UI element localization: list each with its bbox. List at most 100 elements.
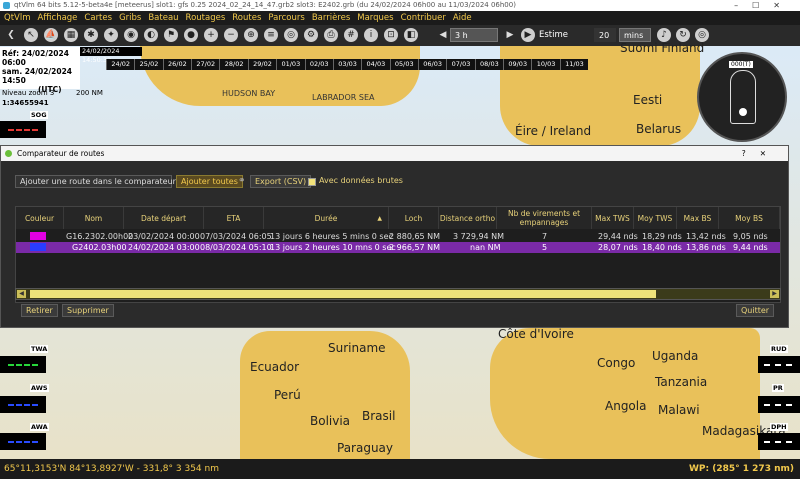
export-csv-button[interactable]: Export (CSV) [250, 175, 312, 188]
menu-parcours[interactable]: Parcours [264, 11, 307, 25]
current-date: sam. 24/02/2024 14:50 [2, 67, 73, 85]
timeline-date[interactable]: 01/03 [276, 59, 304, 70]
scrollbar-thumb[interactable] [30, 290, 656, 298]
menu-cartes[interactable]: Cartes [80, 11, 115, 25]
timeline-date[interactable]: 27/02 [191, 59, 219, 70]
timeline-date[interactable]: 09/03 [503, 59, 531, 70]
step-select[interactable]: 3 h [450, 28, 498, 42]
add-all-button[interactable]: Ajouter toutes [176, 175, 243, 188]
menu-gribs[interactable]: Gribs [115, 11, 144, 25]
timeline-date[interactable]: 06/03 [417, 59, 446, 70]
route-color-swatch[interactable] [30, 232, 46, 240]
dialog-controls[interactable]: ?✕ [742, 146, 780, 161]
table-row[interactable]: G16.2302.00h00 23/02/2024 00:00 07/03/20… [16, 231, 780, 242]
col-ortho[interactable]: Distance ortho [439, 207, 497, 229]
timeline-bar[interactable]: 24/02 25/02 26/02 27/02 28/02 29/02 01/0… [106, 59, 588, 70]
sync-icon[interactable]: ↻ [676, 28, 690, 42]
app-icon [3, 2, 10, 9]
next-step-icon[interactable]: ▶ [503, 28, 517, 42]
col-couleur[interactable]: Couleur [16, 207, 64, 229]
center-icon[interactable]: ◎ [284, 28, 298, 42]
estimate-value[interactable]: 20 [594, 28, 616, 42]
prev-step-icon[interactable]: ◀ [436, 28, 450, 42]
dialog-app-icon [5, 150, 12, 157]
map-label-hudson: HUDSON BAY [222, 89, 276, 98]
col-nom[interactable]: Nom [64, 207, 124, 229]
routing-icon[interactable]: ◉ [124, 28, 138, 42]
menu-bateau[interactable]: Bateau [144, 11, 181, 25]
menu-routes[interactable]: Routes [228, 11, 264, 25]
boat-icon[interactable]: ⛵ [44, 28, 58, 42]
col-moy-tws[interactable]: Moy TWS [634, 207, 677, 229]
timeline-date[interactable]: 05/03 [389, 59, 418, 70]
rud-label: RUD [770, 345, 788, 353]
target-icon[interactable]: ◎ [695, 28, 709, 42]
route-icon[interactable]: ✦ [104, 28, 118, 42]
timeline-date[interactable]: 24/02 [106, 59, 134, 70]
col-max-bs[interactable]: Max BS [677, 207, 719, 229]
menu-marques[interactable]: Marques [353, 11, 396, 25]
route-color-swatch[interactable] [30, 243, 46, 251]
menu-routages[interactable]: Routages [182, 11, 229, 25]
map-label-finland: Suomi Finland [620, 41, 705, 55]
scroll-right-icon[interactable]: ▶ [770, 290, 779, 298]
grib-icon[interactable]: ▦ [64, 28, 78, 42]
menu-qtvlm[interactable]: QtVlm [0, 11, 33, 25]
compass-icon[interactable]: ◐ [144, 28, 158, 42]
timeline-date[interactable]: 26/02 [162, 59, 191, 70]
print-icon[interactable]: ⎙ [324, 28, 338, 42]
wind-icon[interactable]: ✱ [84, 28, 98, 42]
estimate-unit-select[interactable]: mins [619, 28, 651, 42]
menu-barrieres[interactable]: Barrières [308, 11, 353, 25]
add-route-select[interactable]: Ajouter une route dans le comparateur ▾ [15, 175, 183, 188]
delete-button[interactable]: Supprimer [62, 304, 114, 317]
quit-button[interactable]: Quitter [736, 304, 775, 317]
timeline-date[interactable]: 08/03 [474, 59, 503, 70]
lock-icon[interactable]: ⊡ [384, 28, 398, 42]
table-row[interactable]: G2402.03h00 24/02/2024 03:00 08/03/2024 … [16, 242, 780, 253]
col-nb-virements[interactable]: Nb de virements et empannages [497, 207, 592, 229]
sog-gauge [0, 121, 46, 138]
settings-icon[interactable]: ⚙ [304, 28, 318, 42]
timeline-date[interactable]: 04/03 [361, 59, 389, 70]
zoom-out-icon[interactable]: − [224, 28, 238, 42]
col-loch[interactable]: Loch [389, 207, 439, 229]
bell-icon[interactable]: ♪ [657, 28, 671, 42]
timeline-date[interactable]: 07/03 [446, 59, 474, 70]
mark-icon[interactable]: ⚑ [164, 28, 178, 42]
window-controls[interactable]: –☐✕ [734, 0, 794, 11]
grid-icon[interactable]: # [344, 28, 358, 42]
menu-affichage[interactable]: Affichage [33, 11, 80, 25]
menu-aide[interactable]: Aide [449, 11, 475, 25]
timeline-date[interactable]: 02/03 [304, 59, 333, 70]
cell-duree: 13 jours 6 heures 5 mins 0 sec [270, 232, 393, 241]
camera-icon[interactable]: ◧ [404, 28, 418, 42]
play-icon[interactable]: ▶ [521, 28, 535, 42]
cursor-icon[interactable]: ↖ [24, 28, 38, 42]
zoom-fit-icon[interactable]: ⊕ [244, 28, 258, 42]
remove-button[interactable]: Retirer [21, 304, 58, 317]
timeline-date[interactable]: 25/02 [134, 59, 162, 70]
horizontal-scrollbar[interactable]: ◀ ▶ [15, 288, 781, 300]
cell-ortho: 3 729,94 NM [453, 232, 505, 241]
timeline-date[interactable]: 03/03 [332, 59, 361, 70]
aws-gauge [0, 396, 46, 413]
info-icon[interactable]: i [364, 28, 378, 42]
menu-contribuer[interactable]: Contribuer [397, 11, 449, 25]
light-icon[interactable]: ● [184, 28, 198, 42]
col-duree[interactable]: Durée ▲ [264, 207, 389, 229]
col-moy-bs[interactable]: Moy BS [719, 207, 780, 229]
map-label-brasil: Brasil [362, 409, 396, 423]
col-depart[interactable]: Date départ [124, 207, 204, 229]
timeline-date[interactable]: 11/03 [559, 59, 588, 70]
scroll-left-icon[interactable]: ◀ [17, 290, 26, 298]
col-eta[interactable]: ETA [204, 207, 264, 229]
layers-icon[interactable]: ≡ [264, 28, 278, 42]
timeline-date[interactable]: 10/03 [531, 59, 559, 70]
timeline-date[interactable]: 29/02 [247, 59, 276, 70]
col-max-tws[interactable]: Max TWS [592, 207, 634, 229]
zoom-in-icon[interactable]: + [204, 28, 218, 42]
timeline-date[interactable]: 28/02 [219, 59, 247, 70]
back-arrow-icon[interactable]: ❮ [4, 28, 18, 42]
raw-data-checkbox[interactable] [308, 178, 316, 186]
